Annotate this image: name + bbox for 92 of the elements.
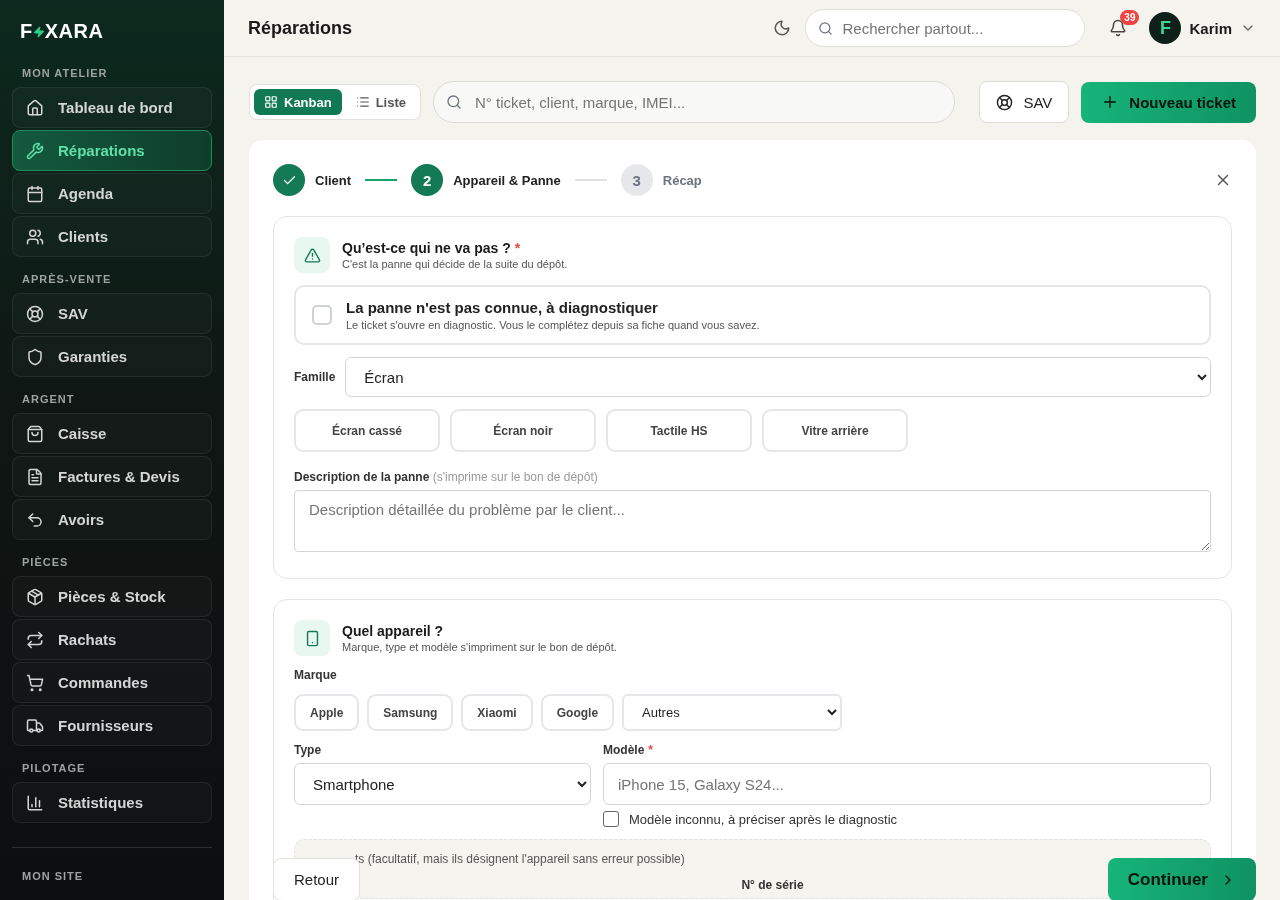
field-label: Modèle * [603, 743, 654, 757]
nav-item[interactable]: Avoirs [12, 499, 212, 540]
new-ticket-button[interactable]: Nouveau ticket [1081, 81, 1256, 123]
search-icon [818, 20, 834, 36]
step-label: Client [315, 172, 352, 188]
description-field[interactable]: Description détaillée du problème par le client... [294, 490, 1211, 552]
family-select[interactable]: Écran [345, 357, 1211, 397]
box-icon [26, 587, 44, 606]
search-icon [446, 94, 462, 110]
option-title: La panne n'est pas connue, à diagnostiquer [346, 299, 659, 316]
logo-text: F [20, 20, 33, 43]
list-icon [355, 95, 370, 109]
nav-item[interactable]: SAV [12, 293, 212, 334]
brand-chip[interactable]: Samsung [367, 694, 454, 731]
step-marker: 3 [620, 164, 653, 196]
document-icon [26, 467, 44, 486]
repeat-icon [26, 630, 44, 649]
moon-icon[interactable] [773, 19, 792, 37]
continue-button[interactable]: Continuer [1107, 858, 1256, 900]
section-heading: ARGENT [21, 393, 76, 405]
brand-chip[interactable]: Google [540, 694, 615, 731]
brand-select[interactable]: Autres [622, 694, 843, 731]
cart-icon [26, 673, 44, 692]
issue-chip[interactable]: Écran cassé [294, 409, 440, 452]
users-icon [26, 227, 44, 246]
nav-item[interactable]: Clients [12, 216, 212, 257]
section-title: Quel appareil ? [342, 623, 445, 639]
notification-badge: 39 [1120, 10, 1140, 25]
ticket-search-field[interactable]: N° ticket, client, marque, IMEI... [433, 81, 956, 123]
issue-chip[interactable]: Vitre arrière [762, 409, 908, 452]
step-label: Récap [662, 172, 702, 188]
user-name: Karim [1189, 19, 1232, 37]
option-hint: Le ticket s'ouvre en diagnostic. Vous le complétez depuis sa fiche quand vous savez. [346, 319, 760, 331]
truck-icon [26, 716, 44, 735]
issue-chip[interactable]: Tactile HS [606, 409, 752, 452]
sav-button[interactable]: SAV [979, 81, 1070, 123]
issue-chip[interactable]: Écran noir [450, 409, 596, 452]
brand-chip[interactable]: Xiaomi [461, 694, 533, 731]
nav-item[interactable]: Tableau de bord [12, 87, 212, 128]
bag-icon [26, 424, 44, 443]
nav-item[interactable]: Fournisseurs [12, 705, 212, 746]
nav-item[interactable]: Agenda [12, 173, 212, 214]
shield-icon [26, 347, 44, 366]
nav-item[interactable]: Garanties [12, 336, 212, 377]
smartphone-icon [294, 620, 330, 656]
nav-item[interactable]: Réparations [12, 130, 212, 171]
page-title: Réparations [248, 17, 354, 39]
nav-item[interactable]: Factures & Devis [12, 456, 212, 497]
nav-item[interactable]: Statistiques [12, 782, 212, 823]
step-marker: 2 [411, 164, 444, 196]
home-icon [26, 98, 44, 117]
type-select[interactable]: Smartphone [294, 763, 591, 805]
required-mark: * [648, 743, 653, 757]
nav-item[interactable]: Pièces & Stock [12, 576, 212, 617]
bar-chart-icon [26, 793, 44, 812]
field-label: Description de la panne (s'imprime sur le bon de dépôt) [294, 470, 599, 484]
field-label: Type [294, 743, 323, 757]
section-heading: APRÈS-VENTE [21, 273, 113, 285]
checkbox[interactable] [603, 811, 619, 827]
required-mark: * [514, 240, 521, 256]
lifebuoy-icon [26, 304, 44, 323]
nav-item[interactable]: Commandes [12, 662, 212, 703]
section-subtitle: C'est la panne qui décide de la suite du dépôt. [342, 258, 568, 270]
warning-icon [294, 237, 330, 273]
checkbox-label: Modèle inconnu, à préciser après le diagnostic [629, 811, 898, 827]
lifebuoy-icon [996, 93, 1014, 111]
grid-icon [264, 95, 278, 109]
view-tab[interactable]: Kanban [254, 89, 342, 115]
section-heading: PILOTAGE [21, 762, 87, 774]
brand-chip[interactable]: Apple [294, 694, 360, 731]
unknown-issue-option[interactable]: La panne n'est pas connue, à diagnostiquer Le ticket s'ouvre en diagnostic. Vous le complétez depuis sa fiche quand vous savez. [294, 285, 1211, 345]
wrench-icon [26, 141, 44, 160]
field-label: Famille [294, 370, 336, 384]
section-heading: MON ATELIER [21, 67, 109, 79]
view-tab[interactable]: Liste [345, 89, 416, 115]
calendar-icon [26, 184, 44, 203]
section-heading: MON SITE [21, 870, 85, 882]
avatar[interactable]: F [1149, 12, 1182, 44]
model-field[interactable]: iPhone 15, Galaxy S24... [603, 763, 1211, 805]
section-subtitle: Marque, type et modèle s'impriment sur le bon de dépôt. [342, 641, 617, 653]
section-title: Qu’est-ce qui ne va pas ? * [342, 240, 522, 256]
lightning-icon [32, 25, 45, 38]
nav-item[interactable]: Rachats [12, 619, 212, 660]
nav-item[interactable]: Caisse [12, 413, 212, 454]
undo-icon [26, 510, 44, 529]
column-heading: N° de série [741, 878, 804, 892]
section-heading: PIÈCES [21, 556, 70, 568]
step-label: Appareil & Panne [453, 172, 561, 188]
search-field[interactable]: Rechercher partout... [805, 9, 1086, 47]
field-label: Marque [294, 668, 338, 682]
bell-icon[interactable] [1109, 19, 1128, 37]
logo-text: XARA [44, 20, 104, 43]
